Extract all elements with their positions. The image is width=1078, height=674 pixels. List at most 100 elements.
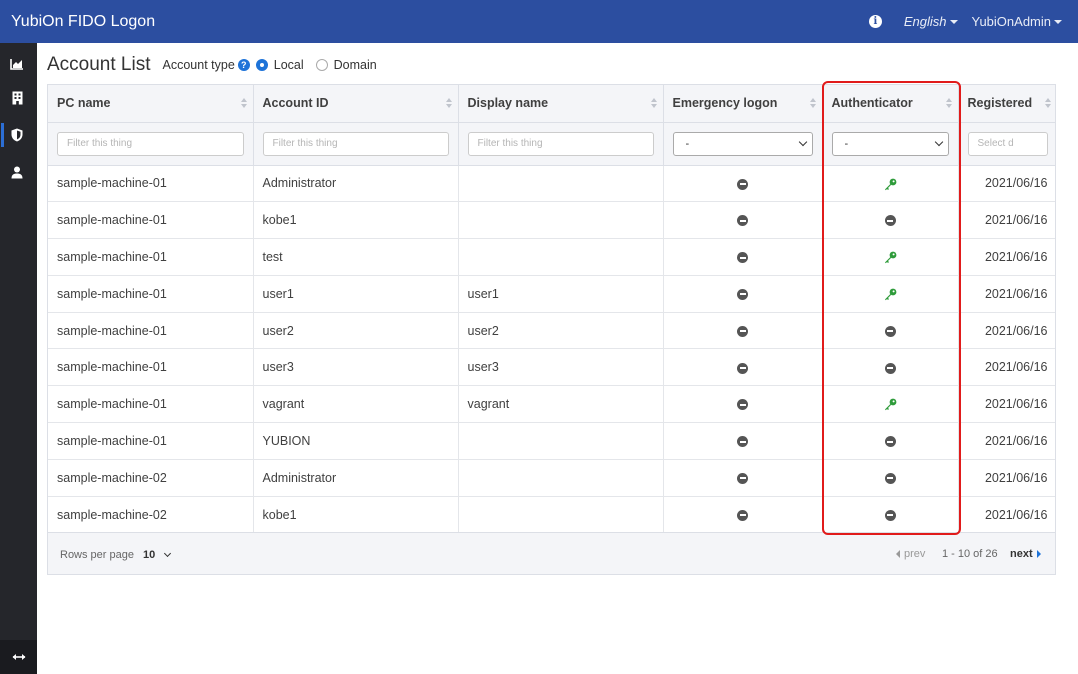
cell-registered: 2021/06/16	[958, 385, 1055, 424]
cell-display-name: user1	[458, 275, 664, 313]
table-row[interactable]: sample-machine-01 vagrant vagrant 2021/06/1…	[48, 385, 1055, 424]
user-dropdown[interactable]: YubiOnAdmin	[972, 14, 1062, 29]
cell-authenticator	[822, 459, 959, 497]
column-header-pc-name[interactable]: PC name	[48, 85, 254, 123]
cell-authenticator	[822, 385, 959, 424]
language-dropdown[interactable]: English	[904, 14, 958, 29]
minus-circle-icon	[737, 252, 748, 264]
page-title: Account List	[47, 54, 151, 75]
column-label: PC name	[57, 96, 111, 111]
filter-pc-name-input[interactable]	[57, 131, 244, 156]
cell-display-name: user3	[458, 348, 664, 387]
column-label: Registered	[967, 96, 1033, 111]
cell-authenticator	[822, 496, 959, 534]
select-value: -	[844, 137, 849, 150]
key-icon	[884, 398, 896, 411]
cell-account-id: Administrator	[253, 459, 459, 497]
radio-domain-label[interactable]: Domain	[334, 58, 377, 72]
table-row[interactable]: sample-machine-02 kobe1 2021/06/16	[48, 496, 1055, 534]
cell-pc-name: sample-machine-01	[48, 165, 254, 203]
shield-icon	[11, 128, 22, 142]
minus-circle-icon	[737, 215, 748, 227]
sidebar-toggle-button[interactable]	[0, 640, 37, 674]
table-row[interactable]: sample-machine-01 user2 user2 2021/06/16	[48, 312, 1055, 350]
cell-display-name	[458, 459, 664, 497]
next-page-button[interactable]: next	[1010, 548, 1041, 560]
filter-registered-date-input[interactable]	[967, 131, 1048, 156]
column-header-authenticator[interactable]: Authenticator	[822, 85, 959, 123]
user-icon	[11, 166, 23, 178]
cell-emergency-logon	[663, 385, 823, 424]
cell-emergency-logon	[663, 348, 823, 387]
info-icon[interactable]: i	[868, 15, 882, 28]
prev-page-button[interactable]: prev	[896, 548, 925, 560]
filter-authenticator-select[interactable]: -	[831, 131, 949, 156]
cell-emergency-logon	[663, 238, 823, 276]
radio-domain[interactable]	[315, 59, 328, 71]
column-label: Account ID	[262, 96, 329, 111]
table-row[interactable]: sample-machine-01 Administrator 2021/06/16	[48, 165, 1055, 203]
table-row[interactable]: sample-machine-01 test 2021/06/16	[48, 238, 1055, 276]
cell-account-id: kobe1	[253, 496, 459, 534]
rows-per-page-value: 10	[143, 549, 156, 561]
column-header-display-name[interactable]: Display name	[458, 85, 664, 123]
table-row[interactable]: sample-machine-01 YUBION 2021/06/16	[48, 422, 1055, 460]
cell-display-name	[458, 238, 664, 276]
cell-registered: 2021/06/16	[958, 348, 1055, 387]
cell-pc-name: sample-machine-01	[48, 201, 254, 240]
filter-emergency-select[interactable]: -	[672, 131, 813, 156]
filter-account-id-input[interactable]	[262, 131, 449, 156]
sidebar-item-dashboard[interactable]	[5, 52, 29, 76]
rows-per-page-label: Rows per page	[60, 549, 134, 561]
minus-circle-icon	[884, 472, 896, 484]
table-row[interactable]: sample-machine-02 Administrator 2021/06/16	[48, 459, 1055, 497]
table-row[interactable]: sample-machine-01 user3 user3 2021/06/16	[48, 348, 1055, 387]
cell-display-name	[458, 422, 664, 460]
cell-display-name	[458, 201, 664, 240]
cell-pc-name: sample-machine-01	[48, 312, 254, 350]
column-header-account-id[interactable]: Account ID	[253, 85, 459, 123]
filter-display-name-input[interactable]	[467, 131, 654, 156]
cell-pc-name: sample-machine-02	[48, 459, 254, 497]
cell-authenticator	[822, 275, 959, 313]
cell-display-name	[458, 165, 664, 203]
cell-registered: 2021/06/16	[958, 422, 1055, 460]
cell-authenticator	[822, 348, 959, 387]
minus-circle-icon	[737, 399, 748, 411]
minus-circle-icon	[884, 325, 896, 337]
column-label: Emergency logon	[672, 96, 778, 111]
minus-circle-icon	[884, 362, 896, 374]
column-header-emergency-logon[interactable]: Emergency logon	[663, 85, 823, 123]
caret-down-icon	[1054, 19, 1062, 24]
minus-circle-icon	[737, 288, 748, 300]
sidebar-item-users[interactable]	[5, 160, 29, 184]
table-footer: Rows per page 10 prev 1 - 10 of 26 next	[48, 532, 1055, 574]
rows-per-page-select[interactable]: 10	[143, 549, 172, 561]
table-row[interactable]: sample-machine-01 kobe1 2021/06/16	[48, 201, 1055, 240]
cell-emergency-logon	[663, 201, 823, 240]
next-label: next	[1010, 548, 1033, 560]
cell-account-id: user2	[253, 312, 459, 350]
cell-emergency-logon	[663, 275, 823, 313]
column-label: Display name	[467, 96, 549, 111]
column-header-registered[interactable]: Registered	[958, 85, 1055, 123]
table-row[interactable]: sample-machine-01 user1 user1 2021/06/16	[48, 275, 1055, 313]
caret-right-icon	[1036, 550, 1041, 558]
cell-pc-name: sample-machine-01	[48, 238, 254, 276]
radio-local-label[interactable]: Local	[274, 58, 304, 72]
sidebar-item-organization[interactable]	[5, 86, 29, 110]
app-title[interactable]: YubiOn FIDO Logon	[11, 13, 155, 31]
page-header: Account List Account type ? Local Domain	[47, 52, 389, 78]
sidebar-item-security[interactable]	[1, 123, 29, 147]
key-icon	[884, 288, 896, 301]
minus-circle-icon	[737, 178, 748, 190]
chevron-down-icon	[798, 137, 807, 146]
cell-display-name	[458, 496, 664, 534]
cell-account-id: user1	[253, 275, 459, 313]
help-icon[interactable]: ?	[237, 59, 250, 71]
radio-local[interactable]	[255, 59, 268, 71]
chart-area-icon	[10, 59, 23, 70]
language-label: English	[903, 14, 947, 29]
cell-account-id: vagrant	[253, 385, 459, 424]
minus-circle-icon	[737, 509, 748, 521]
